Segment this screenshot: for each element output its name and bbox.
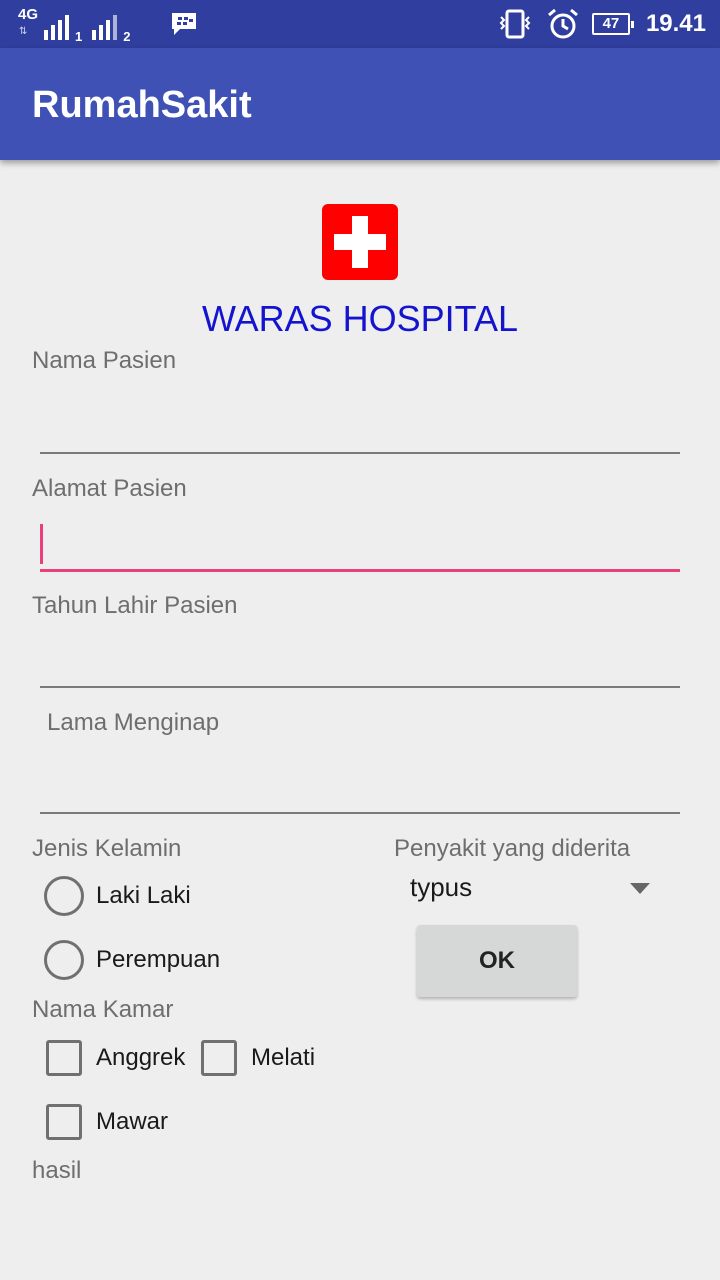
lama-menginap-label: Lama Menginap [47,709,220,736]
alamat-pasien-input[interactable] [40,520,680,572]
tahun-lahir-label: Tahun Lahir Pasien [32,592,238,619]
tahun-lahir-input[interactable] [40,636,680,688]
radio-circle[interactable] [44,940,84,980]
jenis-kelamin-label: Jenis Kelamin [32,835,182,862]
penyakit-spinner[interactable]: typus [396,866,664,912]
app-title: RumahSakit [32,84,252,126]
checkbox-label: Melati [251,1044,316,1071]
battery-icon: 47 [591,13,634,35]
checkbox-label: Mawar [96,1108,169,1135]
lama-menginap-input[interactable] [40,762,680,814]
sim1-label: 1 [75,29,83,44]
nama-pasien-label: Nama Pasien [32,347,177,374]
app-bar: RumahSakit [0,48,720,160]
signal-icon [44,14,69,40]
signal-icon [92,14,118,40]
red-cross-icon [322,204,398,280]
data-arrows-icon: ⇅ [19,26,28,37]
checkbox-melati[interactable]: Melati [201,1038,315,1078]
nama-pasien-input[interactable] [40,402,680,454]
status-icons: 47 19.41 [498,0,706,48]
dropdown-arrow-icon[interactable] [630,883,650,894]
checkbox-box[interactable] [201,1040,237,1076]
hospital-title: WARAS HOSPITAL [201,298,519,339]
vibrate-icon [499,9,531,39]
network-type: 4G [18,6,39,23]
penyakit-label: Penyakit yang diderita [394,835,631,862]
bbm-icon [172,13,196,35]
radio-label: Laki Laki [96,882,191,909]
checkbox-anggrek[interactable]: Anggrek [46,1038,185,1078]
status-bar: 4G ⇅ 1 2 47 19.41 [0,0,720,48]
alarm-icon [547,8,578,39]
radio-label: Perempuan [96,946,221,973]
radio-laki-laki[interactable]: Laki Laki [44,874,191,918]
checkbox-mawar[interactable]: Mawar [46,1102,168,1142]
alamat-pasien-label: Alamat Pasien [32,475,187,502]
nama-kamar-label: Nama Kamar [32,996,174,1023]
hasil-text: hasil [32,1157,82,1184]
checkbox-box[interactable] [46,1040,82,1076]
clock: 19.41 [645,10,706,37]
spinner-selected-value: typus [410,872,473,902]
ok-button[interactable]: OK [417,925,577,997]
checkbox-label: Anggrek [96,1044,186,1071]
signal-area: 4G ⇅ 1 2 [18,6,130,44]
checkbox-box[interactable] [46,1104,82,1140]
sim2-label: 2 [123,29,131,44]
text-cursor [40,524,43,564]
radio-perempuan[interactable]: Perempuan [44,938,220,982]
radio-circle[interactable] [44,876,84,916]
